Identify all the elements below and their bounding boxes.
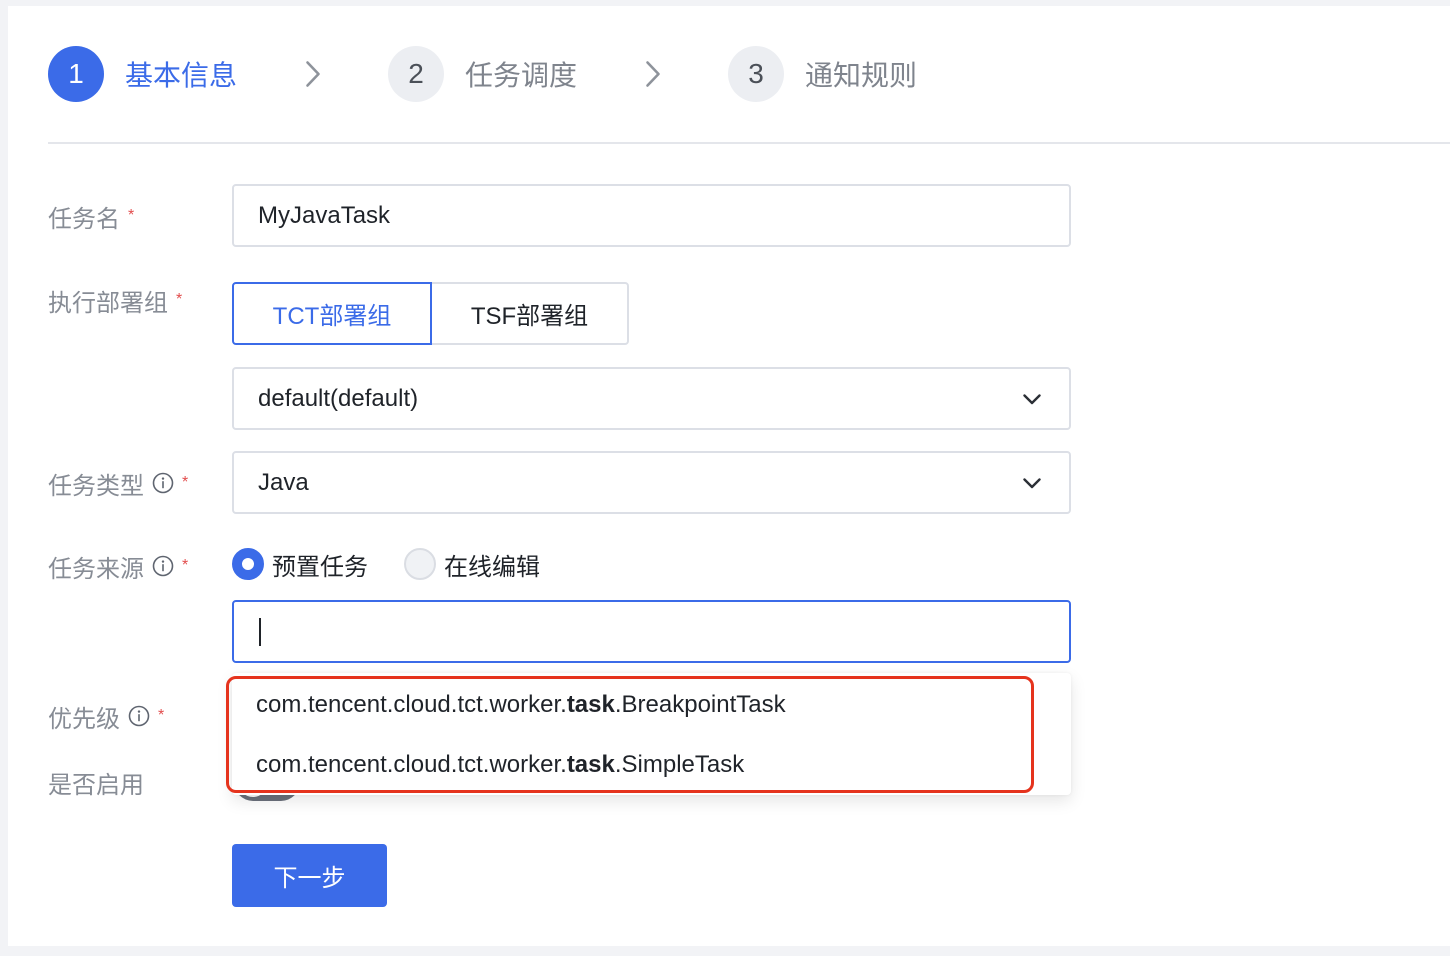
suggestion-suffix: .BreakpointTask xyxy=(614,691,786,718)
radio-online-edit[interactable]: 在线编辑 xyxy=(404,547,540,582)
label-text: 执行部署组 xyxy=(48,289,168,317)
task-type-label: 任务类型 * xyxy=(48,469,189,500)
task-class-suggestion-dropdown: com.tencent.cloud.tct.worker. task .Breakp… xyxy=(232,673,1071,795)
text-caret xyxy=(259,618,261,646)
suggestion-prefix: com.tencent.cloud.tct.worker. xyxy=(256,751,567,778)
deploy-group-label: 执行部署组 * xyxy=(48,286,183,317)
required-mark: * xyxy=(182,557,189,574)
task-name-input[interactable] xyxy=(232,184,1071,247)
step-task-schedule[interactable]: 2 任务调度 xyxy=(388,46,577,102)
suggestion-match: task xyxy=(566,691,615,718)
required-mark: * xyxy=(128,207,135,224)
radio-label: 预置任务 xyxy=(272,553,368,581)
task-class-input[interactable] xyxy=(232,600,1071,663)
step-number: 1 xyxy=(48,46,104,102)
suggestion-item[interactable]: com.tencent.cloud.tct.worker. task .Breakp… xyxy=(232,675,1071,735)
label-text: 是否启用 xyxy=(48,771,144,799)
label-text: 任务类型 xyxy=(48,472,144,500)
tab-label: TSF部署组 xyxy=(470,303,589,330)
chevron-down-icon xyxy=(1023,394,1041,405)
info-circle-icon[interactable] xyxy=(152,472,174,494)
step-number: 3 xyxy=(728,46,784,102)
step-notification-rules[interactable]: 3 通知规则 xyxy=(728,46,917,102)
task-type-select[interactable]: Java xyxy=(232,451,1071,514)
task-form-card: 1 基本信息 2 任务调度 3 通知规则 任务名 * 执行部署组 * TCT部署… xyxy=(8,6,1450,946)
radio-button[interactable] xyxy=(404,548,436,580)
next-step-button[interactable]: 下一步 xyxy=(232,844,387,907)
info-circle-icon[interactable] xyxy=(152,555,174,577)
radio-label: 在线编辑 xyxy=(444,553,540,581)
suggestion-suffix: .SimpleTask xyxy=(614,751,745,778)
step-number: 2 xyxy=(388,46,444,102)
step-basic-info[interactable]: 1 基本信息 xyxy=(48,46,237,102)
deploy-group-select[interactable]: default(default) xyxy=(232,367,1071,430)
priority-label: 优先级 * xyxy=(48,702,165,733)
required-mark: * xyxy=(158,707,165,724)
suggestion-item[interactable]: com.tencent.cloud.tct.worker. task .Simple… xyxy=(232,735,1071,795)
chevron-right-icon xyxy=(646,61,660,87)
task-name-label: 任务名 * xyxy=(48,202,135,233)
task-source-radio-group: 预置任务 在线编辑 xyxy=(232,547,540,582)
required-mark: * xyxy=(182,474,189,491)
deploy-group-type-switch: TCT部署组 TSF部署组 xyxy=(232,282,629,345)
suggestion-match: task xyxy=(566,751,615,778)
select-value: default(default) xyxy=(258,384,419,412)
label-text: 任务来源 xyxy=(48,555,144,583)
enabled-label: 是否启用 xyxy=(48,768,144,799)
tsf-deploy-group-tab[interactable]: TSF部署组 xyxy=(430,282,629,345)
stepper-divider xyxy=(48,142,1450,144)
step-label: 通知规则 xyxy=(805,60,918,91)
step-label: 任务调度 xyxy=(465,60,578,91)
tct-deploy-group-tab[interactable]: TCT部署组 xyxy=(232,282,432,345)
step-label: 基本信息 xyxy=(125,60,238,91)
label-text: 优先级 xyxy=(48,705,120,733)
radio-preset-task[interactable]: 预置任务 xyxy=(232,547,368,582)
chevron-down-icon xyxy=(1023,478,1041,489)
chevron-right-icon xyxy=(306,61,320,87)
tab-label: TCT部署组 xyxy=(272,303,392,330)
select-value: Java xyxy=(258,468,309,496)
radio-button[interactable] xyxy=(232,548,264,580)
task-source-label: 任务来源 * xyxy=(48,552,189,583)
label-text: 任务名 xyxy=(48,205,120,233)
info-circle-icon[interactable] xyxy=(128,705,150,727)
required-mark: * xyxy=(176,291,183,308)
suggestion-prefix: com.tencent.cloud.tct.worker. xyxy=(256,691,567,718)
